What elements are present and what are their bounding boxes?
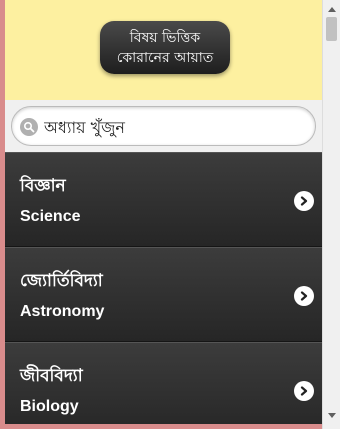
scroll-thumb[interactable] [326,17,337,41]
scroll-up-arrow-icon[interactable] [323,0,340,17]
title-button[interactable]: বিষয় ভিত্তিক কোরানের আয়াত [100,21,230,74]
chevron-right-icon [294,286,314,306]
search-icon [20,118,38,136]
item-title-bn: জ্যোর্তিবিদ্যা [20,271,103,291]
app-window: বিষয় ভিত্তিক কোরানের আয়াত বিজ্ঞান Scie… [0,0,340,429]
vertical-scrollbar[interactable] [322,0,340,429]
title-line-1: বিষয় ভিত্তিক [129,29,201,46]
title-line-2: কোরানের আয়াত [116,49,214,66]
search-input[interactable] [44,114,304,140]
item-title-bn: জীববিদ্যা [20,366,83,386]
item-title-en: Astronomy [20,303,105,320]
topic-list: বিজ্ঞান Science জ্যোর্তিবিদ্যা Astronomy… [5,152,322,424]
search-bar [5,100,322,152]
list-item-science[interactable]: বিজ্ঞান Science [5,152,322,247]
scroll-down-arrow-icon[interactable] [323,407,340,424]
item-title-bn: বিজ্ঞান [20,176,66,196]
chevron-right-icon [294,381,314,401]
list-item-biology[interactable]: জীববিদ্যা Biology [5,342,322,424]
app-content: বিষয় ভিত্তিক কোরানের আয়াত বিজ্ঞান Scie… [5,0,322,424]
header: বিষয় ভিত্তিক কোরানের আয়াত [5,0,322,100]
list-item-astronomy[interactable]: জ্যোর্তিবিদ্যা Astronomy [5,247,322,342]
search-box[interactable] [11,106,316,146]
item-title-en: Science [20,208,81,225]
item-title-en: Biology [20,398,79,415]
chevron-right-icon [294,191,314,211]
